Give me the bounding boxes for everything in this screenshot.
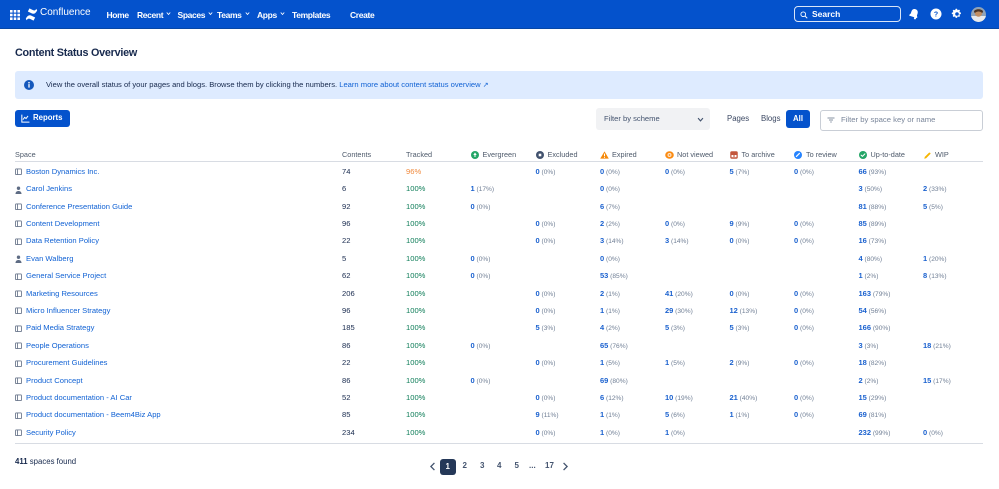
svg-text:?: ? [934,12,938,19]
